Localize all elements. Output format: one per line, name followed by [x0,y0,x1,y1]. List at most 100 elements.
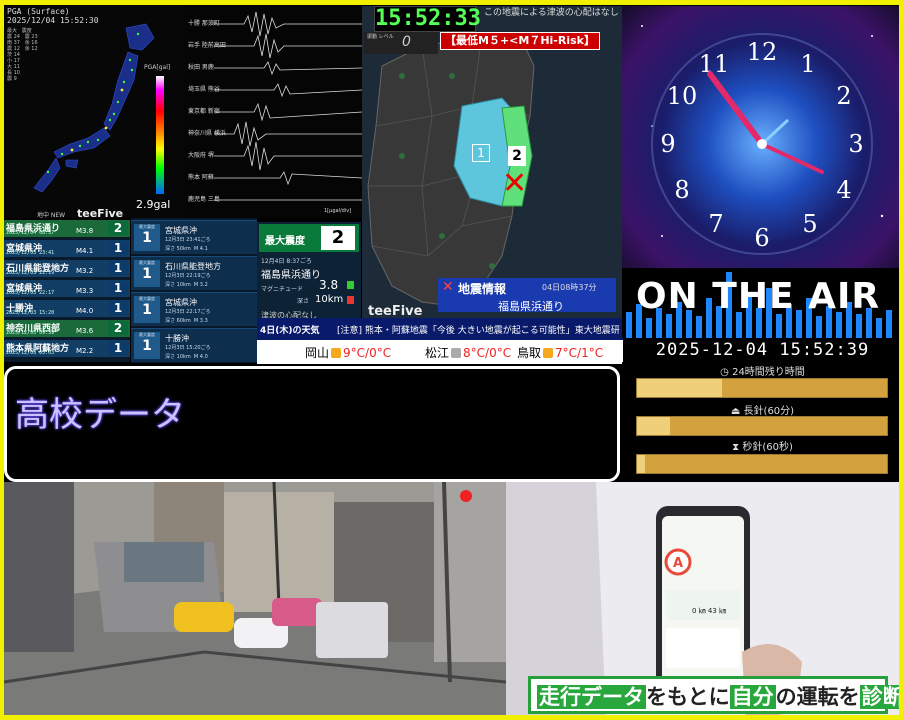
card-meta: 深さ 50km M 4.1 [165,245,208,252]
max-intensity-value: 2 [321,226,355,250]
card-meta: 深さ 60km M 3.3 [165,317,208,324]
quake-info-title: 地震情報 [458,282,507,296]
city-name: 岡山 [305,346,330,360]
shindo-label: 振動 レベル [367,34,394,40]
quake-info-box[interactable]: ✕ 地震情報 04日08時37分 福島県浜通り [438,278,616,313]
max-intensity-label: 最大震度 [265,236,305,247]
card-depth: 深さ 10km [165,354,191,360]
weather-city: 鳥取 7°C/1°C [517,344,603,361]
card-meta: 深さ 10km M 4.0 [165,353,208,360]
card-date: 12月3日 22:19ごろ [165,273,211,279]
quake-list-row[interactable]: 熊本県阿蘇地方 2025/12/03 05:03 M2.2 1 [4,340,130,357]
bar-fill [637,379,722,397]
station-label: 神奈川県 横浜 [188,130,226,137]
svg-text:2: 2 [836,82,851,110]
card-region: 宮城県沖 [165,298,197,307]
second-hand-bar [636,454,888,474]
mag-indicator [347,281,354,289]
seismograph-scale-label: 1[μgal/div] [324,208,352,214]
quake-list-row[interactable]: 神奈川県西部 2025/12/03 09:39 M3.6 2 [4,320,130,337]
caption-text: 走行データをもとに自分の運転を診断! [537,681,903,711]
bar-label: ⏏ 長針(60分) [622,402,903,417]
card-depth: 深さ 10km [165,282,191,288]
quake-card[interactable]: 最大震度 1 石川県能登地方 12月3日 22:19ごろ 深さ 10km M 3… [131,256,257,290]
weather-city: 松江 8°C/0°C [425,344,511,361]
quake-intensity: 2 [108,221,128,235]
card-intensity-value: 1 [142,230,152,246]
quake-date: 2025/12/03 05:03 [6,350,55,356]
station-label: 埼玉県 熊谷 [188,86,220,93]
station-label: 岩手 陸前高田 [188,42,226,49]
map-intensity-1: 1 [472,144,490,162]
svg-text:3: 3 [848,130,863,158]
shindo-level-box: 振動 レベル 0 [364,32,438,54]
frame-bottom [0,715,903,720]
frame-left [0,0,4,720]
bar-label-text: 24時間残り時間 [732,367,805,378]
quake-magnitude: M3.8 [76,227,94,235]
analog-clock: 12 12 3 45 6 78 9 1011 [641,25,884,255]
card-magnitude: M 4.0 [193,354,208,360]
bar-label: ⧗ 秒針(60秒) [622,438,903,453]
news-headline: [注意] 熊本・阿蘇地震「今後 大きい地震が起こる可能性」東大地震研・笠原教授 [337,326,621,336]
station-label: 秋田 男鹿 [188,64,214,71]
datetime-readout: 2025-12-04 15:52:39 [655,340,870,360]
city-temp: 8°C/0°C [463,346,512,360]
station-label: 熊本 阿蘇 [188,174,214,181]
quake-intensity: 1 [108,281,128,295]
pga-title: PGA (Surface) [7,7,70,16]
quake-list-row[interactable]: 宮城県沖 2025/12/03 23:41 M4.1 1 [4,240,130,257]
on-air-panel: ON THE AIR [622,268,903,338]
seismograph-panel: 十勝 那須町 岩手 陸前高田 秋田 男鹿 埼玉県 熊谷 東京都 新宿 神奈川県 … [184,6,362,218]
map-teefive-logo: teeFive [368,304,423,319]
card-intensity-value: 1 [142,266,152,282]
quake-card[interactable]: 最大震度 1 宮城県沖 12月3日 22:17ごろ 深さ 60km M 3.3 [131,292,257,326]
weather-day: 4日(木)の天気 [260,326,320,336]
card-depth: 深さ 60km [165,318,191,324]
quake-intensity: 1 [108,301,128,315]
quake-info-icon: ✕ [442,279,454,295]
quake-card[interactable]: 最大震度 1 宮城県沖 12月3日 23:41ごろ 深さ 50km M 4.1 [131,220,257,254]
quake-intensity: 1 [108,341,128,355]
bar-fill [637,455,645,473]
quake-intensity: 1 [108,261,128,275]
epicenter-marker-icon: ✕ [502,166,528,201]
time-progress-panel: ◷ 24時間残り時間 ⏏ 長針(60分) ⧗ 秒針(60秒) [622,362,903,476]
svg-text:A: A [673,556,683,571]
quake-date: 2025/12/03 22:17 [6,290,55,296]
quake-list-row[interactable]: 十勝沖 2025/12/03 15:20 M4.0 1 [4,300,130,317]
bar-fill [637,417,670,435]
station-label: 大阪府 堺 [188,152,214,159]
pga-new-label: 地中 NEW [37,212,66,218]
svg-text:11: 11 [699,50,730,78]
city-temp: 9°C/0°C [343,346,392,360]
pga-color-scale [156,76,164,194]
weather-city: 岡山 9°C/0°C [305,344,391,361]
svg-text:9: 9 [660,130,675,158]
quake-list-row[interactable]: 福島県浜通り 2025/12/04 08:37 M3.8 2 [4,220,130,237]
station-label: 東京都 新宿 [188,108,220,115]
card-magnitude: M 3.3 [193,318,208,324]
quake-date: 2025/12/03 23:41 [6,250,55,256]
quake-magnitude: M4.0 [76,307,94,315]
card-intensity-box: 最大震度 1 [134,332,160,359]
quake-magnitude: M2.2 [76,347,94,355]
bar-label-text: 秒針(60秒) [742,442,793,453]
max-magnitude: 3.8 [319,278,339,292]
max-intensity-region: 福島県浜通り [261,270,321,281]
pga-scale-label: PGA[gal] [144,64,171,71]
pga-map-panel: PGA (Surface) 2025/12/04 15:52:30 最大 震度震… [4,6,184,218]
quake-card[interactable]: 最大震度 1 十勝沖 12月3日 15:20ごろ 深さ 10km M 4.0 [131,328,257,362]
svg-text:10: 10 [667,82,698,110]
quake-info-date: 04日08時37分 [542,283,597,292]
card-region: 石川県能登地方 [165,262,221,271]
card-region: 宮城県沖 [165,226,197,235]
frame-right [899,0,903,720]
depth-label: 深さ [297,298,310,305]
quake-list-row[interactable]: 石川県能登地方 2025/12/03 22:19 M3.2 1 [4,260,130,277]
title-caption-box: 高校データ [4,366,620,482]
map-intensity-2: 2 [508,146,526,166]
japan-map [33,23,155,193]
quake-list-row[interactable]: 宮城県沖 2025/12/03 22:17 M3.3 1 [4,280,130,297]
quake-date: 2025/12/03 22:19 [6,270,55,276]
